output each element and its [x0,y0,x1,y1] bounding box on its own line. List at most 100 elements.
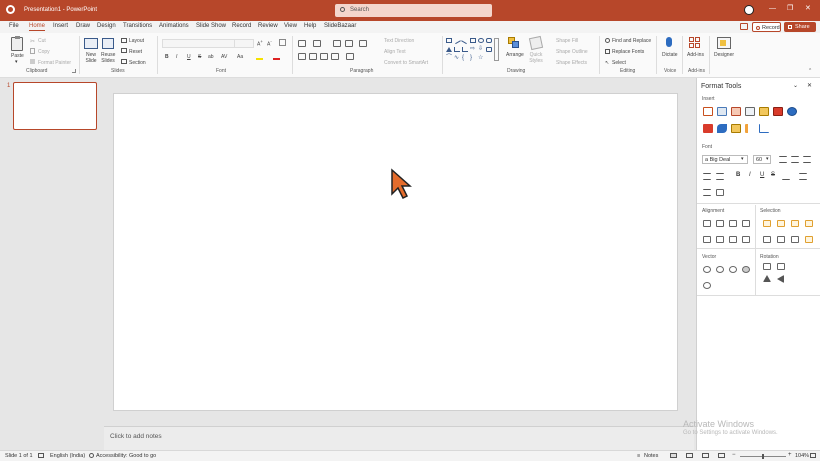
italic-button[interactable]: I [176,54,177,60]
ft-align-center-icon[interactable] [791,156,799,163]
change-case-button[interactable]: Aa [237,54,243,60]
shapes-gallery[interactable]: ⇨ ⇩ ⌒ ∿ { } ☆ [446,36,501,66]
share-button[interactable]: Share [784,22,816,32]
numbering-icon[interactable] [313,40,321,47]
slide-thumbnail[interactable] [13,82,97,130]
wave-icon[interactable] [717,124,727,133]
tab-insert[interactable]: Insert [53,23,68,29]
ungroup-icon[interactable] [777,236,785,243]
new-slide-icon[interactable] [84,38,98,49]
tab-slide-show[interactable]: Slide Show [196,23,226,29]
ft-bold-button[interactable]: B [736,172,740,178]
arrange-button[interactable]: Arrange [506,52,524,58]
select-same-size-icon[interactable] [805,220,813,227]
restore-button[interactable]: ❐ [787,4,793,12]
reading-view-icon[interactable] [702,453,709,458]
more-shapes-icon[interactable] [494,38,499,61]
tab-design[interactable]: Design [97,23,116,29]
tab-file[interactable]: File [9,23,19,29]
layout-icon[interactable] [121,38,127,43]
connector-shape-icon[interactable] [454,47,460,52]
shield-icon[interactable] [787,107,797,116]
rounded-rect-shape-icon[interactable] [486,38,492,43]
underline-button[interactable]: U [187,54,191,60]
align-center-icon[interactable] [309,53,317,60]
reset-icon[interactable] [121,48,127,53]
zoom-level[interactable]: 104% [795,453,809,459]
slide-canvas[interactable] [113,93,678,411]
section-button[interactable]: Section [129,60,146,66]
tab-transitions[interactable]: Transitions [123,23,152,29]
search-box[interactable]: Search [335,4,492,17]
decrease-font-size-button[interactable]: A- [267,39,272,48]
character-spacing-button[interactable]: AV [221,54,227,60]
zoom-out-button[interactable]: − [732,452,736,458]
ft-columns-icon[interactable] [716,189,724,196]
align-objects-right-icon[interactable] [729,220,737,227]
spellcheck-icon[interactable] [38,453,44,458]
line-spacing-icon[interactable] [359,40,367,47]
shadow-button[interactable]: ab [208,54,214,60]
rectangle-shape-icon[interactable] [446,38,452,43]
curve-shape-icon[interactable]: ∿ [454,55,460,61]
bar-chart-icon[interactable] [759,124,769,133]
close-button[interactable]: ✕ [805,4,811,12]
clipboard-launcher-icon[interactable] [72,69,76,73]
notes-toggle-icon[interactable]: ≡ [637,453,640,459]
tab-help[interactable]: Help [304,23,316,29]
zoom-slider-thumb[interactable] [762,454,764,459]
select-button[interactable]: Select [612,60,626,66]
triangle-shape-icon[interactable] [446,47,452,52]
ft-spacing-icon[interactable] [782,173,790,180]
tab-view[interactable]: View [284,23,297,29]
slide-sorter-icon[interactable] [686,453,693,458]
pane-options-icon[interactable]: ⌄ [793,82,798,89]
align-text-button[interactable]: Align Text [384,49,406,55]
comments-icon[interactable] [740,23,748,30]
line-shape-icon[interactable] [453,36,461,45]
ft-align-right-icon[interactable] [803,156,811,163]
section-icon[interactable] [121,59,127,64]
fragment-icon[interactable] [716,266,724,273]
replace-fonts-icon[interactable] [605,49,610,54]
find-replace-button[interactable]: Find and Replace [612,38,651,44]
ft-bullets-icon[interactable] [799,173,807,180]
paste-dropdown-icon[interactable]: ▾ [15,59,18,65]
find-icon[interactable] [605,38,610,43]
rectangle-shape-icon[interactable] [470,38,476,43]
collapse-ribbon-icon[interactable]: ⌃ [808,68,812,74]
align-right-icon[interactable] [320,53,328,60]
convert-smartart-button[interactable]: Convert to SmartArt [384,60,428,66]
bullets-icon[interactable] [298,40,306,47]
select-same-line-icon[interactable] [791,220,799,227]
ft-numbering-icon[interactable] [703,189,711,196]
align-objects-center-icon[interactable] [716,220,724,227]
tab-home[interactable]: Home [29,23,46,31]
align-top-icon[interactable] [703,236,711,243]
decrease-indent-icon[interactable] [333,40,341,47]
addins-button[interactable]: Add-ins [687,52,704,58]
rotate-left-icon[interactable] [763,263,771,270]
microphone-icon[interactable] [666,37,672,47]
intersect-icon[interactable] [729,266,737,273]
dictate-button[interactable]: Dictate [662,52,678,58]
normal-view-icon[interactable] [670,453,677,458]
grid-icon[interactable] [773,107,783,116]
align-left-icon[interactable] [298,53,306,60]
shape-outline-button[interactable]: Shape Outline [556,49,588,55]
select-similar-icon[interactable] [763,220,771,227]
arrange-icon[interactable] [508,37,520,49]
pane-close-icon[interactable]: ✕ [807,82,812,89]
record-button[interactable]: Record [752,22,781,32]
cut-icon[interactable]: ✂ [30,38,35,45]
reuse-slides-icon[interactable] [102,38,114,49]
curve-shape-icon[interactable]: ⌒ [446,55,452,61]
replace-fonts-button[interactable]: Replace Fonts [612,49,644,55]
zoom-slider[interactable] [740,454,786,459]
brace-shape-icon[interactable]: } [470,55,476,61]
highlight-color-icon[interactable] [256,53,263,60]
tab-slidebazaar[interactable]: SlideBazaar [324,23,356,29]
designer-button[interactable]: Designer [714,52,734,58]
increase-font-size-button[interactable]: A+ [257,39,263,48]
notes-toggle-button[interactable]: Notes [644,453,658,459]
